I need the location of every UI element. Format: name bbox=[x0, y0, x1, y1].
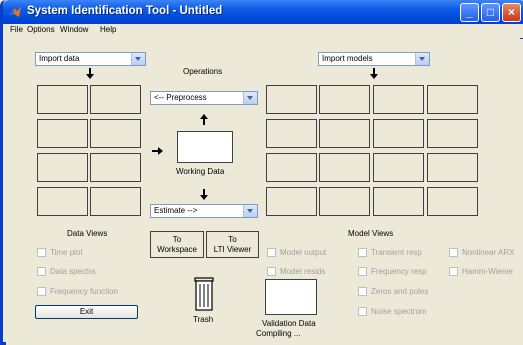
model-slot[interactable] bbox=[266, 119, 317, 148]
model-slot[interactable] bbox=[266, 85, 317, 114]
model-resids-label: Model resids bbox=[280, 267, 326, 276]
data-slot[interactable] bbox=[37, 153, 88, 182]
data-slot[interactable] bbox=[90, 153, 141, 182]
data-slot[interactable] bbox=[90, 85, 141, 114]
model-slot[interactable] bbox=[373, 119, 424, 148]
minimize-button[interactable]: _ bbox=[460, 3, 479, 22]
zeros-and-poles-checkbox[interactable] bbox=[358, 287, 367, 296]
arrow-down-icon bbox=[370, 68, 378, 79]
title-bar: System Identification Tool - Untitled _ … bbox=[3, 0, 523, 24]
trash-label: Trash bbox=[193, 315, 214, 324]
model-slot[interactable] bbox=[373, 153, 424, 182]
matlab-logo-icon bbox=[9, 7, 21, 17]
to-workspace-line1: To bbox=[172, 235, 182, 244]
noise-spectrum-checkbox[interactable] bbox=[358, 307, 367, 316]
to-workspace-line2: Workspace bbox=[157, 245, 197, 254]
noise-spectrum-label: Noise spectrum bbox=[371, 307, 427, 316]
operations-title: Operations bbox=[183, 67, 223, 76]
transient-resp-checkbox[interactable] bbox=[358, 248, 367, 257]
exit-button[interactable]: Exit bbox=[35, 305, 138, 319]
import-models-dropdown[interactable]: Import models bbox=[318, 52, 430, 66]
data-slot[interactable] bbox=[37, 187, 88, 216]
model-slot[interactable] bbox=[266, 153, 317, 182]
validation-data-slot[interactable] bbox=[265, 279, 317, 315]
data-spectra-label: Data spectra bbox=[50, 267, 96, 276]
import-data-dropdown[interactable]: Import data bbox=[35, 52, 146, 66]
chevron-down-icon bbox=[243, 92, 257, 104]
menu-options[interactable]: Options bbox=[27, 25, 55, 34]
menu-bar: File Options Window Help bbox=[6, 24, 523, 38]
status-text: Compiling ... bbox=[256, 329, 301, 338]
chevron-down-icon bbox=[243, 205, 257, 217]
import-data-value: Import data bbox=[39, 54, 80, 63]
time-plot-label: Time plot bbox=[50, 248, 83, 257]
chevron-down-icon bbox=[415, 53, 429, 65]
model-resids-checkbox[interactable] bbox=[267, 267, 276, 276]
close-button[interactable]: × bbox=[502, 3, 521, 22]
estimate-dropdown[interactable]: Estimate --> bbox=[150, 204, 258, 218]
model-slot[interactable] bbox=[319, 85, 370, 114]
to-lti-viewer-button[interactable]: To LTI Viewer bbox=[206, 231, 259, 258]
model-slot[interactable] bbox=[427, 85, 478, 114]
to-workspace-button[interactable]: To Workspace bbox=[150, 231, 204, 258]
nonlinear-arx-checkbox[interactable] bbox=[449, 248, 458, 257]
working-data-label: Working Data bbox=[176, 167, 225, 176]
time-plot-checkbox[interactable] bbox=[37, 248, 46, 257]
menu-file[interactable]: File bbox=[10, 25, 23, 34]
arrow-down-icon bbox=[200, 189, 208, 200]
trash-icon[interactable] bbox=[194, 277, 214, 311]
to-lti-viewer-line1: To bbox=[228, 235, 237, 244]
maximize-button[interactable]: □ bbox=[481, 3, 500, 22]
chevron-down-icon bbox=[131, 53, 145, 65]
data-slot[interactable] bbox=[90, 187, 141, 216]
model-views-title: Model Views bbox=[348, 229, 394, 238]
frequency-resp-label: Frequency resp bbox=[371, 267, 427, 276]
model-output-checkbox[interactable] bbox=[267, 248, 276, 257]
import-models-value: Import models bbox=[322, 54, 373, 63]
menu-window[interactable]: Window bbox=[60, 25, 88, 34]
to-lti-viewer-line2: LTI Viewer bbox=[213, 245, 252, 254]
data-views-title: Data Views bbox=[67, 229, 108, 238]
nonlinear-arx-label: Nonlinear ARX bbox=[462, 248, 515, 257]
preprocess-value: <-- Preprocess bbox=[154, 93, 207, 102]
frequency-function-label: Frequency function bbox=[50, 287, 119, 296]
model-slot[interactable] bbox=[373, 85, 424, 114]
main-panel: Import data Operations <-- Preprocess Wo… bbox=[6, 39, 523, 345]
model-slot[interactable] bbox=[319, 119, 370, 148]
frequency-resp-checkbox[interactable] bbox=[358, 267, 367, 276]
hamm-wiener-label: Hamm-Wiener bbox=[462, 267, 514, 276]
frequency-function-checkbox[interactable] bbox=[37, 287, 46, 296]
preprocess-dropdown[interactable]: <-- Preprocess bbox=[150, 91, 258, 105]
model-slot[interactable] bbox=[319, 153, 370, 182]
menu-help[interactable]: Help bbox=[100, 25, 116, 34]
model-slot[interactable] bbox=[427, 153, 478, 182]
app-window: System Identification Tool - Untitled _ … bbox=[0, 0, 523, 345]
arrow-down-icon bbox=[86, 68, 94, 79]
validation-data-label: Validation Data bbox=[262, 319, 316, 328]
zeros-and-poles-label: Zeros and poles bbox=[371, 287, 429, 296]
transient-resp-label: Transient resp bbox=[371, 248, 422, 257]
data-slot[interactable] bbox=[37, 119, 88, 148]
window-title: System Identification Tool - Untitled bbox=[27, 5, 223, 17]
arrow-up-icon bbox=[200, 114, 208, 125]
arrow-right-icon bbox=[152, 147, 163, 155]
model-slot[interactable] bbox=[373, 187, 424, 216]
model-slot[interactable] bbox=[427, 187, 478, 216]
hamm-wiener-checkbox[interactable] bbox=[449, 267, 458, 276]
data-slot[interactable] bbox=[37, 85, 88, 114]
model-slot[interactable] bbox=[427, 119, 478, 148]
estimate-value: Estimate --> bbox=[154, 206, 198, 215]
data-slot[interactable] bbox=[90, 119, 141, 148]
data-spectra-checkbox[interactable] bbox=[37, 267, 46, 276]
model-output-label: Model output bbox=[280, 248, 327, 257]
model-slot[interactable] bbox=[319, 187, 370, 216]
working-data-slot[interactable] bbox=[177, 131, 233, 163]
model-slot[interactable] bbox=[266, 187, 317, 216]
